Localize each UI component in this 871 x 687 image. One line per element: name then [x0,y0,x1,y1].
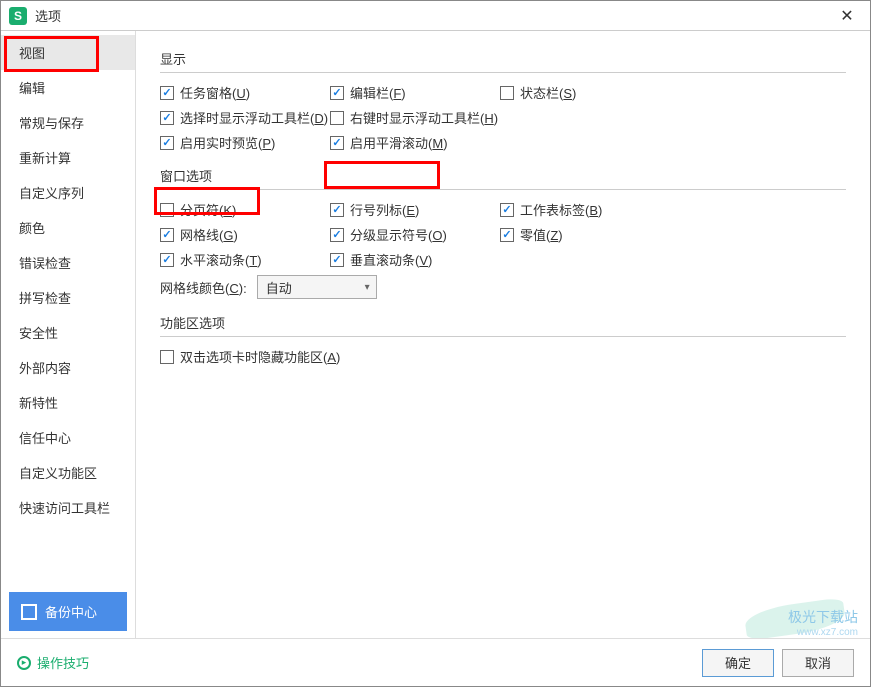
checkbox-outline[interactable]: 分级显示符号(O) [330,225,500,244]
checkbox-label: 右键时显示浮动工具栏(H) [350,108,498,127]
checkbox-label: 水平滚动条(T) [180,250,262,269]
section-ribbon-title: 功能区选项 [160,313,846,332]
checkbox-float-right[interactable]: 右键时显示浮动工具栏(H) [330,108,670,127]
divider [160,72,846,73]
sidebar-item-13[interactable]: 快速访问工具栏 [1,490,135,525]
checkbox-label: 网格线(G) [180,225,238,244]
checkbox-label: 垂直滚动条(V) [350,250,432,269]
sidebar-item-3[interactable]: 重新计算 [1,140,135,175]
checkbox-icon [330,111,344,125]
checkbox-label: 分级显示符号(O) [350,225,447,244]
sidebar-item-2[interactable]: 常规与保存 [1,105,135,140]
tips-link[interactable]: ▸ 操作技巧 [17,653,89,672]
checkbox-icon [330,86,344,100]
tips-label: 操作技巧 [37,653,89,672]
checkbox-smooth-scroll[interactable]: 启用平滑滚动(M) [330,133,500,152]
sidebar-item-10[interactable]: 新特性 [1,385,135,420]
checkbox-vscroll[interactable]: 垂直滚动条(V) [330,250,500,269]
sidebar-item-11[interactable]: 信任中心 [1,420,135,455]
checkbox-zero[interactable]: 零值(Z) [500,225,670,244]
checkbox-hide-ribbon[interactable]: 双击选项卡时隐藏功能区(A) [160,347,500,366]
checkbox-icon [160,136,174,150]
close-icon[interactable]: ✕ [832,1,862,31]
checkbox-sheet-tab[interactable]: 工作表标签(B) [500,200,670,219]
backup-center-button[interactable]: 备份中心 [9,592,127,631]
play-icon: ▸ [17,656,31,670]
backup-icon [21,604,37,620]
window-title: 选项 [35,6,832,25]
section-display-title: 显示 [160,49,846,68]
grid-color-select[interactable]: 自动 [257,275,377,299]
checkbox-label: 任务窗格(U) [180,83,250,102]
grid-color-label: 网格线颜色(C): [160,278,247,297]
checkbox-label: 启用平滑滚动(M) [350,133,448,152]
checkbox-icon [500,228,514,242]
sidebar: 视图编辑常规与保存重新计算自定义序列颜色错误检查拼写检查安全性外部内容新特性信任… [1,31,136,639]
checkbox-label: 双击选项卡时隐藏功能区(A) [180,347,340,366]
footer: ▸ 操作技巧 确定 取消 [1,638,870,686]
ok-button[interactable]: 确定 [702,649,774,677]
sidebar-item-7[interactable]: 拼写检查 [1,280,135,315]
titlebar: S 选项 ✕ [1,1,870,31]
checkbox-icon [160,350,174,364]
checkbox-icon [330,136,344,150]
divider [160,189,846,190]
section-window-title: 窗口选项 [160,166,846,185]
checkbox-gridlines[interactable]: 网格线(G) [160,225,330,244]
sidebar-item-9[interactable]: 外部内容 [1,350,135,385]
checkbox-label: 选择时显示浮动工具栏(D) [180,108,328,127]
checkbox-label: 零值(Z) [520,225,563,244]
grid-color-value: 自动 [266,278,292,297]
divider [160,336,846,337]
sidebar-item-8[interactable]: 安全性 [1,315,135,350]
sidebar-item-0[interactable]: 视图 [1,35,135,70]
checkbox-hscroll[interactable]: 水平滚动条(T) [160,250,330,269]
checkbox-task-pane[interactable]: 任务窗格(U) [160,83,330,102]
checkbox-label: 状态栏(S) [520,83,576,102]
checkbox-row-col[interactable]: 行号列标(E) [330,200,500,219]
checkbox-icon [160,203,174,217]
checkbox-live-preview[interactable]: 启用实时预览(P) [160,133,330,152]
backup-label: 备份中心 [45,602,97,621]
sidebar-item-12[interactable]: 自定义功能区 [1,455,135,490]
sidebar-item-1[interactable]: 编辑 [1,70,135,105]
checkbox-label: 行号列标(E) [350,200,419,219]
checkbox-page-break[interactable]: 分页符(K) [160,200,330,219]
checkbox-icon [330,203,344,217]
checkbox-icon [330,228,344,242]
checkbox-icon [330,253,344,267]
sidebar-item-4[interactable]: 自定义序列 [1,175,135,210]
content-panel: 显示 任务窗格(U) 编辑栏(F) 状态栏(S) 选择时显示浮动工具栏(D) 右… [136,31,870,639]
checkbox-label: 工作表标签(B) [520,200,602,219]
checkbox-label: 分页符(K) [180,200,236,219]
checkbox-float-select[interactable]: 选择时显示浮动工具栏(D) [160,108,330,127]
checkbox-icon [500,203,514,217]
app-icon: S [9,7,27,25]
checkbox-status-bar[interactable]: 状态栏(S) [500,83,670,102]
checkbox-edit-bar[interactable]: 编辑栏(F) [330,83,500,102]
checkbox-icon [160,111,174,125]
sidebar-item-6[interactable]: 错误检查 [1,245,135,280]
checkbox-label: 编辑栏(F) [350,83,406,102]
checkbox-icon [500,86,514,100]
checkbox-icon [160,228,174,242]
checkbox-icon [160,253,174,267]
sidebar-item-5[interactable]: 颜色 [1,210,135,245]
cancel-button[interactable]: 取消 [782,649,854,677]
checkbox-label: 启用实时预览(P) [180,133,275,152]
checkbox-icon [160,86,174,100]
